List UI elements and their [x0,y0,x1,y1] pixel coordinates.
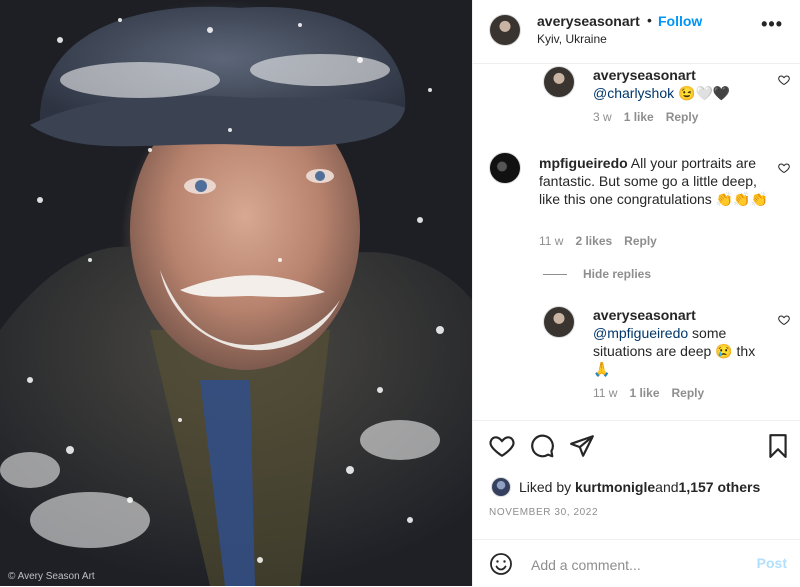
heart-icon[interactable] [778,162,790,174]
post-header: averyseasonart • Follow Kyiv, Ukraine ••… [473,0,800,64]
comment-age[interactable]: 11 w [593,386,617,400]
comment-body: averyseasonart @mpfigueiredo some situat… [593,306,765,378]
likes-summary[interactable]: Liked by kurtmonigle and 1,157 others [491,477,760,497]
comment-reply-button[interactable]: Reply [666,110,699,124]
comment-age[interactable]: 3 w [593,110,612,124]
comment-text: 😉🤍🖤 [674,85,731,101]
likes-middle: and [655,479,679,495]
share-icon[interactable] [569,433,595,459]
photo-credit: © Avery Season Art [8,571,95,582]
comment-avatar[interactable] [543,306,575,338]
comment-age[interactable]: 11 w [539,234,563,248]
comment-username[interactable]: mpfigueiredo [539,155,628,171]
post-image[interactable]: © Avery Season Art [0,0,472,586]
comment-like-count[interactable]: 2 likes [575,234,612,248]
heart-icon[interactable] [778,74,790,86]
comments-list[interactable]: averyseasonart @charlyshok 😉🤍🖤 3 w 1 like… [473,64,800,420]
heart-icon[interactable] [489,433,515,459]
comment-reply-button[interactable]: Reply [624,234,657,248]
post-side-panel: averyseasonart • Follow Kyiv, Ukraine ••… [472,0,800,586]
hide-replies-button[interactable]: Hide replies [583,267,651,281]
add-comment-input[interactable] [529,553,733,577]
post-actions: Liked by kurtmonigle and 1,157 others NO… [473,420,800,586]
comment-like-count[interactable]: 1 like [629,386,659,400]
post-location[interactable]: Kyiv, Ukraine [537,32,607,46]
author-avatar[interactable] [489,14,521,46]
comment-meta: 11 w 1 like Reply [593,386,716,400]
comment-body: mpfigueiredo All your portraits are fant… [539,154,769,208]
comment-like-count[interactable]: 1 like [624,110,654,124]
emoji-icon[interactable] [489,552,513,576]
comment-mention[interactable]: @charlyshok [593,85,674,101]
comment-username[interactable]: averyseasonart [593,67,696,83]
likes-count[interactable]: 1,157 others [679,479,761,495]
comment-icon[interactable] [529,433,555,459]
comment-meta: 11 w 2 likes Reply [539,234,669,248]
more-options-icon[interactable]: ••• [761,14,783,35]
comment-reply-button[interactable]: Reply [672,386,705,400]
likes-prefix: Liked by [519,479,572,495]
post-date[interactable]: NOVEMBER 30, 2022 [489,507,598,518]
add-comment-bar: Post [473,539,800,587]
heart-icon[interactable] [778,314,790,326]
liker-username[interactable]: kurtmonigle [575,479,655,495]
comment-avatar[interactable] [543,66,575,98]
comment-meta: 3 w 1 like Reply [593,110,710,124]
hide-replies-line [543,274,567,275]
comment-body: averyseasonart @charlyshok 😉🤍🖤 [593,66,761,102]
follow-button[interactable]: Follow [658,13,702,29]
bookmark-icon[interactable] [765,433,791,459]
comment-avatar[interactable] [489,152,521,184]
post-comment-button[interactable]: Post [757,555,787,571]
comment-mention[interactable]: @mpfigueiredo [593,325,688,341]
header-separator: • [647,12,652,28]
author-username[interactable]: averyseasonart [537,13,640,29]
liker-avatar[interactable] [491,477,511,497]
post-image-art [0,6,472,586]
comment-username[interactable]: averyseasonart [593,307,696,323]
